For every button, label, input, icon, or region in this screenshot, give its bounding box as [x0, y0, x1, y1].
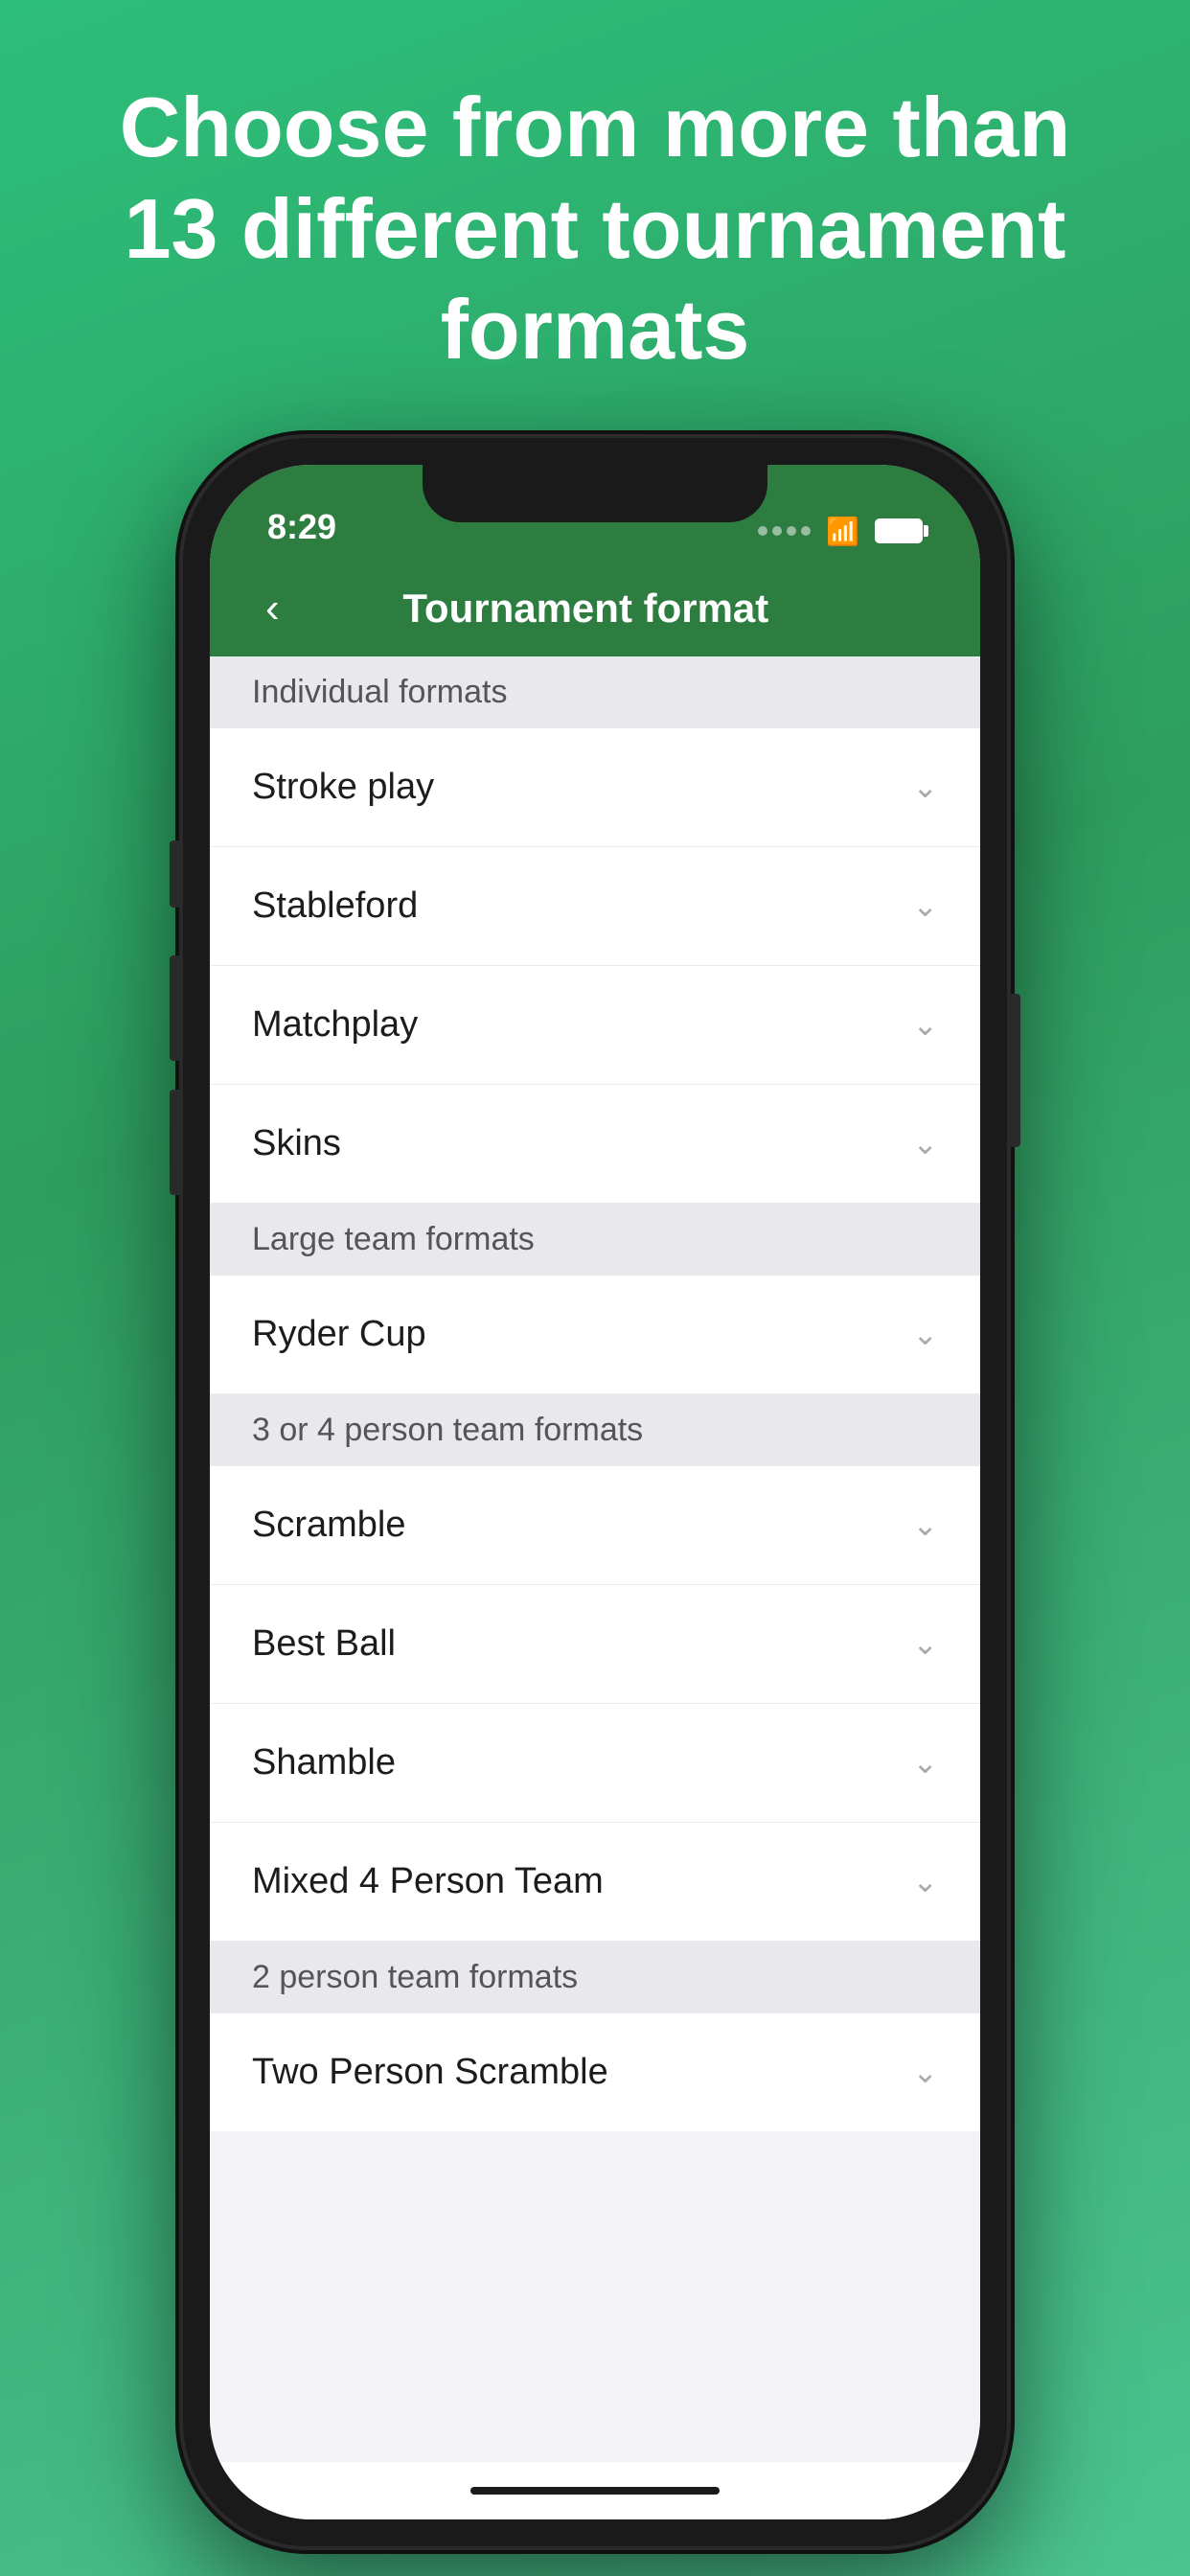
chevron-icon-mixed-4-person-team: ⌄	[912, 1863, 938, 1899]
wifi-icon: 📶	[826, 516, 859, 547]
list-item-shamble[interactable]: Shamble ⌄	[210, 1704, 980, 1823]
item-label-best-ball: Best Ball	[252, 1623, 396, 1665]
item-label-matchplay: Matchplay	[252, 1004, 418, 1046]
item-label-mixed-4-person-team: Mixed 4 Person Team	[252, 1861, 604, 1902]
content-list[interactable]: Individual formatsStroke play⌄Stableford…	[210, 656, 980, 2462]
mute-button	[170, 840, 183, 908]
status-bar: 8:29 📶	[210, 465, 980, 561]
home-bar	[470, 2487, 720, 2495]
item-label-shamble: Shamble	[252, 1742, 396, 1783]
signal-icon	[758, 526, 811, 536]
chevron-icon-ryder-cup: ⌄	[912, 1316, 938, 1352]
chevron-icon-best-ball: ⌄	[912, 1625, 938, 1662]
item-label-ryder-cup: Ryder Cup	[252, 1314, 426, 1355]
battery-icon	[875, 518, 923, 543]
chevron-icon-two-person-scramble: ⌄	[912, 2054, 938, 2090]
phone-screen: 8:29 📶 ‹ Tournament format Individual fo…	[210, 465, 980, 2519]
hero-title: Choose from more than 13 different tourn…	[0, 0, 1190, 438]
section-header-individual-formats: Individual formats	[210, 656, 980, 728]
nav-bar: ‹ Tournament format	[210, 561, 980, 656]
section-header-2-person-team-formats: 2 person team formats	[210, 1942, 980, 2013]
section-header-3-or-4-person-team-formats: 3 or 4 person team formats	[210, 1394, 980, 1466]
time-display: 8:29	[267, 507, 336, 547]
list-item-two-person-scramble[interactable]: Two Person Scramble ⌄	[210, 2013, 980, 2131]
item-label-stableford: Stableford	[252, 886, 418, 927]
item-label-two-person-scramble: Two Person Scramble	[252, 2052, 608, 2093]
home-indicator	[210, 2462, 980, 2519]
list-item-best-ball[interactable]: Best Ball ⌄	[210, 1585, 980, 1704]
volume-down-button	[170, 1090, 183, 1195]
chevron-icon-skins: ⌄	[912, 1125, 938, 1162]
back-button[interactable]: ‹	[256, 575, 289, 642]
list-item-stableford[interactable]: Stableford ⌄	[210, 847, 980, 966]
list-item-matchplay[interactable]: Matchplay ⌄	[210, 966, 980, 1085]
chevron-icon-matchplay: ⌄	[912, 1006, 938, 1043]
chevron-icon-stroke-play: ⌄	[912, 769, 938, 805]
phone-mockup: 8:29 📶 ‹ Tournament format Individual fo…	[183, 438, 1007, 2546]
list-item-ryder-cup[interactable]: Ryder Cup ⌄	[210, 1276, 980, 1394]
item-label-stroke-play: Stroke play	[252, 767, 434, 808]
volume-up-button	[170, 955, 183, 1061]
list-item-scramble[interactable]: Scramble ⌄	[210, 1466, 980, 1585]
list-item-stroke-play[interactable]: Stroke play ⌄	[210, 728, 980, 847]
section-header-large-team-formats: Large team formats	[210, 1204, 980, 1276]
nav-title: Tournament format	[289, 586, 882, 632]
power-button	[1007, 994, 1020, 1147]
notch	[423, 465, 767, 522]
list-item-mixed-4-person-team[interactable]: Mixed 4 Person Team ⌄	[210, 1823, 980, 1942]
chevron-icon-shamble: ⌄	[912, 1744, 938, 1781]
item-label-skins: Skins	[252, 1123, 341, 1164]
item-label-scramble: Scramble	[252, 1505, 406, 1546]
chevron-icon-stableford: ⌄	[912, 887, 938, 924]
status-icons: 📶	[758, 516, 923, 547]
list-item-skins[interactable]: Skins ⌄	[210, 1085, 980, 1204]
chevron-icon-scramble: ⌄	[912, 1506, 938, 1543]
